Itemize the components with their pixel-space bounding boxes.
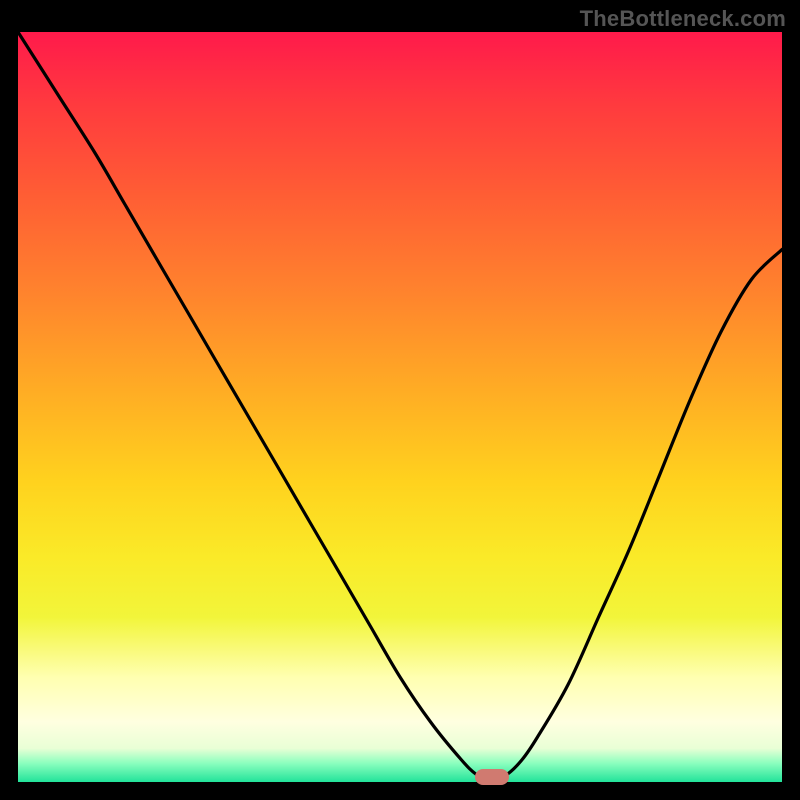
bottleneck-curve — [18, 32, 782, 782]
optimal-point-marker — [475, 769, 509, 785]
watermark-text: TheBottleneck.com — [580, 6, 786, 32]
chart-frame: TheBottleneck.com — [0, 0, 800, 800]
plot-area — [18, 32, 782, 782]
